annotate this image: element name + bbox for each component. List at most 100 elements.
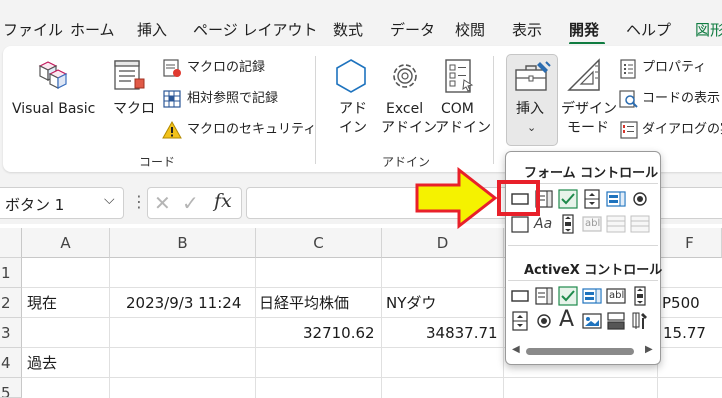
macro-icon[interactable] [110, 58, 148, 96]
toolbox-icon[interactable] [512, 60, 552, 98]
scrollbar-thumb[interactable] [526, 348, 634, 355]
tab-developer[interactable]: 開発 [569, 19, 599, 41]
excel-addin-label-2[interactable]: アドイン [381, 120, 437, 136]
properties-icon[interactable] [619, 59, 637, 83]
form-label-icon[interactable]: Aa [534, 216, 552, 232]
relative-reference-icon[interactable] [162, 89, 182, 113]
tab-view[interactable]: 表示 [512, 19, 542, 41]
scroll-right-icon[interactable]: ▶ [645, 344, 653, 355]
column-header-a[interactable]: A [22, 228, 110, 258]
activex-combo-box-icon[interactable] [534, 286, 554, 306]
view-code-label[interactable]: コードの表示 [642, 90, 720, 108]
name-box[interactable]: ボタン 1 ⌵ [0, 187, 124, 219]
formula-buttons: ✕ ✓ fx [147, 187, 242, 219]
tab-file[interactable]: ファイル [3, 19, 63, 41]
com-addin-label-2[interactable]: アドイン [435, 120, 491, 136]
cell-d3[interactable]: 34837.71 [426, 323, 498, 343]
select-all-corner[interactable] [0, 228, 22, 258]
activex-option-button-icon[interactable] [534, 311, 554, 331]
cell-b2[interactable]: 2023/9/3 11:24 [126, 293, 241, 313]
insert-control-label[interactable]: 挿入 [516, 101, 544, 117]
confirm-icon[interactable]: ✓ [182, 191, 199, 215]
chevron-down-icon[interactable]: ⌄ [527, 121, 536, 134]
activex-button-icon[interactable] [510, 286, 530, 306]
run-dialog-icon[interactable] [619, 120, 639, 144]
form-option-button-icon[interactable] [630, 189, 650, 209]
design-mode-label-2[interactable]: モード [567, 120, 609, 136]
activex-list-box-icon[interactable] [582, 286, 602, 306]
tab-page-layout[interactable]: ページ レイアウト [193, 19, 317, 41]
divider [508, 280, 658, 281]
tab-home[interactable]: ホーム [70, 19, 115, 41]
more-controls-icon[interactable] [630, 311, 650, 331]
row-header-1[interactable]: 1 [0, 258, 22, 288]
cancel-icon[interactable]: ✕ [154, 191, 171, 215]
activex-text-box-label: abl [609, 290, 625, 301]
record-macro-label[interactable]: マクロの記録 [187, 59, 265, 77]
cell-a2[interactable]: 現在 [27, 293, 57, 313]
cell-a4[interactable]: 過去 [27, 353, 57, 373]
activex-toggle-button-icon[interactable] [606, 311, 626, 331]
form-list-box-icon[interactable] [606, 189, 626, 209]
row-header-2[interactable]: 2 [0, 288, 22, 318]
row-header-4[interactable]: 4 [0, 348, 22, 378]
row-header-5[interactable]: 5 [0, 378, 22, 398]
activex-spin-button-icon[interactable] [510, 311, 530, 331]
column-header-f[interactable]: F [658, 228, 722, 258]
form-controls-heading: フォーム コントロール [524, 166, 659, 181]
view-code-icon[interactable] [619, 89, 639, 113]
grid-line [255, 258, 256, 398]
visual-basic-icon[interactable] [32, 58, 70, 96]
form-scroll-bar-icon[interactable] [558, 214, 578, 234]
tab-insert[interactable]: 挿入 [137, 19, 167, 41]
grid-line [381, 258, 382, 398]
chevron-down-icon[interactable]: ⌵ [104, 192, 115, 208]
run-dialog-label[interactable]: ダイアログの実 [642, 121, 722, 139]
divider [508, 245, 658, 246]
activex-label-icon[interactable]: A [559, 307, 574, 332]
warning-icon[interactable] [162, 120, 182, 144]
ribbon-separator [493, 56, 494, 164]
column-header-b[interactable]: B [110, 228, 256, 258]
addin-icon[interactable] [332, 58, 370, 98]
design-mode-icon[interactable] [565, 58, 605, 98]
macro-security-label[interactable]: マクロのセキュリティ [187, 121, 316, 139]
gear-icon[interactable] [386, 58, 424, 98]
addin-label-1[interactable]: アド [339, 101, 367, 117]
tab-data[interactable]: データ [390, 19, 435, 41]
more-options-icon[interactable]: ⋮ [131, 192, 147, 212]
record-macro-icon[interactable] [162, 58, 182, 82]
tab-formulas[interactable]: 数式 [333, 19, 363, 41]
code-group-label: コード [139, 155, 176, 169]
cell-f2[interactable]: P500 [662, 293, 700, 313]
relative-reference-label[interactable]: 相対参照で記録 [187, 90, 278, 108]
row-header-3[interactable]: 3 [0, 318, 22, 348]
grid-line [22, 377, 722, 378]
activex-scroll-bar-icon[interactable] [630, 286, 650, 306]
form-combo-dropdown-icon [630, 214, 650, 234]
com-addin-label-1[interactable]: COM [441, 101, 474, 117]
form-checkbox-icon[interactable] [558, 189, 578, 209]
design-mode-label-1[interactable]: デザイン [561, 101, 617, 117]
tab-help[interactable]: ヘルプ [626, 19, 671, 41]
cell-c3[interactable]: 32710.62 [303, 323, 375, 343]
com-addin-icon[interactable] [440, 58, 478, 98]
form-spinner-icon[interactable] [582, 189, 602, 209]
grid-line [109, 258, 110, 398]
activex-checkbox-icon[interactable] [558, 286, 578, 306]
cell-f3[interactable]: 15.77 [663, 323, 706, 343]
insert-function-icon[interactable]: fx [214, 190, 232, 212]
excel-addin-label-1[interactable]: Excel [386, 101, 423, 117]
tab-review[interactable]: 校閲 [455, 19, 485, 41]
activex-image-icon[interactable] [582, 311, 602, 331]
macro-label[interactable]: マクロ [113, 101, 155, 117]
tab-shape[interactable]: 図形 [695, 19, 722, 41]
scroll-left-icon[interactable]: ◀ [512, 344, 520, 355]
column-header-c[interactable]: C [256, 228, 382, 258]
cell-d2[interactable]: NYダウ [386, 293, 436, 313]
cell-c2[interactable]: 日経平均株価 [259, 293, 349, 313]
visual-basic-label[interactable]: Visual Basic [12, 101, 95, 117]
properties-label[interactable]: プロパティ [642, 59, 706, 77]
form-group-box-icon[interactable] [510, 214, 530, 234]
addin-label-2[interactable]: イン [339, 120, 367, 136]
